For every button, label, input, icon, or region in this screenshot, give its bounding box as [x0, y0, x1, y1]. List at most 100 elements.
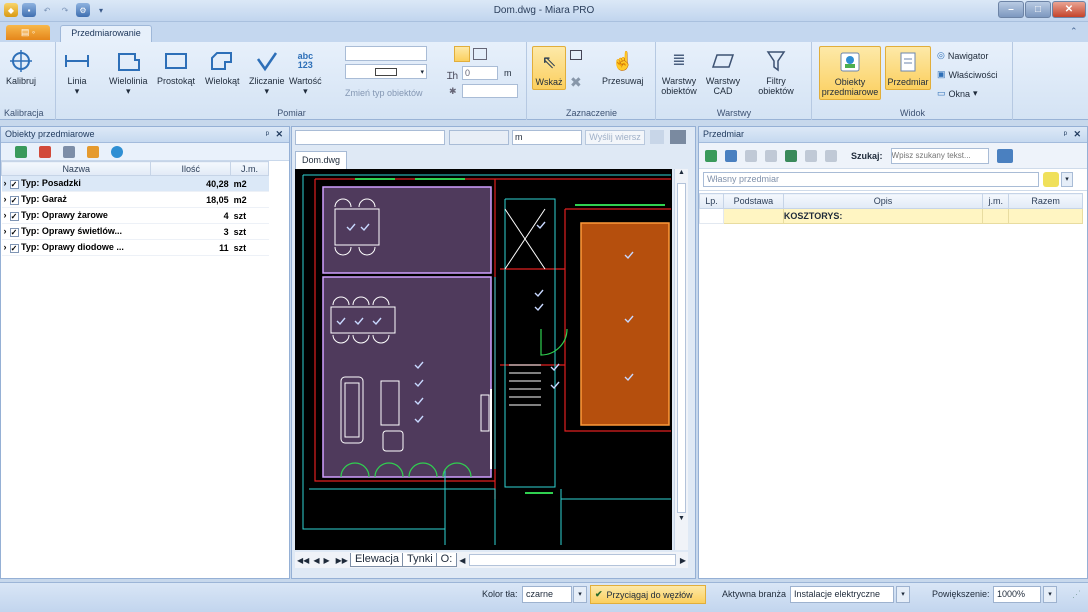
expand-icon[interactable]: ›	[2, 178, 10, 188]
hscroll-right-icon[interactable]: ▶	[678, 556, 688, 565]
next-sheet-icon[interactable]: ▶	[321, 556, 331, 565]
warstwy-obiektow-button[interactable]: ≣ Warstwy obiektów	[659, 48, 699, 97]
doc-tab-dom[interactable]: Dom.dwg	[295, 151, 347, 169]
redo-row-icon[interactable]	[825, 149, 837, 162]
sheet-tab-elewacja[interactable]: Elewacja	[349, 553, 404, 567]
prostokat-button[interactable]: Prostokąt	[157, 48, 195, 86]
value-input[interactable]	[449, 130, 509, 145]
row-checkbox[interactable]: ✓	[9, 179, 19, 189]
expand-icon[interactable]: ›	[2, 210, 10, 220]
copy-object-icon[interactable]	[63, 145, 75, 158]
zmien-typ-button[interactable]: Zmień typ obiektów	[345, 88, 423, 98]
select-rect-icon[interactable]	[570, 50, 582, 60]
add-object-icon[interactable]	[15, 145, 27, 158]
chevron-down-icon[interactable]: ▾	[573, 586, 587, 603]
zliczanie-button[interactable]: Zliczanie ▾	[249, 48, 285, 96]
col-podstawa[interactable]: Podstawa	[722, 193, 784, 209]
wielokat-button[interactable]: Wielokąt	[205, 48, 240, 86]
close-button[interactable]: ✕	[1052, 1, 1086, 18]
close-panel-icon[interactable]: ✕	[1073, 127, 1081, 142]
scroll-up-icon[interactable]: ▲	[675, 169, 688, 181]
insert-icon[interactable]	[725, 149, 737, 162]
first-sheet-icon[interactable]: ◀◀	[295, 556, 311, 565]
chevron-down-icon[interactable]: ▾	[1043, 586, 1057, 603]
pin-icon[interactable]: ᵖ	[266, 127, 269, 142]
row-checkbox[interactable]: ✓	[9, 211, 19, 221]
col-lp[interactable]: Lp.	[699, 193, 724, 209]
nawigator-button[interactable]: ◎ Nawigator	[937, 50, 988, 61]
row-checkbox[interactable]: ✓	[9, 195, 19, 205]
search-input[interactable]	[890, 147, 989, 164]
last-sheet-icon[interactable]: ▶▶	[332, 556, 352, 565]
chart-icon[interactable]	[785, 149, 797, 162]
table-row[interactable]: › ✓ Typ: Posadzki 40,28 m2	[1, 175, 269, 192]
cad-canvas[interactable]	[295, 169, 672, 550]
hscroll-left-icon[interactable]: ◀	[457, 556, 467, 565]
expand-icon[interactable]: ›	[2, 194, 10, 204]
scroll-down-icon[interactable]: ▼	[675, 515, 688, 527]
przesuwaj-button[interactable]: ☝ Przesuwaj	[602, 48, 644, 86]
linia-button[interactable]: Linia ▾	[63, 48, 91, 96]
minimize-button[interactable]: –	[998, 1, 1024, 18]
chevron-down-icon[interactable]: ▾	[1061, 172, 1073, 187]
type-combo[interactable]: ▾	[345, 64, 427, 79]
col-ilosc[interactable]: Ilość	[150, 161, 232, 176]
layer-toggle-icon[interactable]	[454, 46, 470, 62]
tab-przedmiarowanie[interactable]: Przedmiarowanie	[60, 25, 152, 42]
scroll-thumb[interactable]	[677, 183, 686, 513]
wskaz-button[interactable]: ⇖ Wskaż	[532, 46, 566, 90]
wartosc-button[interactable]: abc 123 Wartość ▾	[289, 48, 322, 97]
table-row[interactable]: KOSZTORYS:	[699, 208, 1083, 224]
smiley-icon[interactable]	[1043, 172, 1059, 187]
filtry-button[interactable]: Filtry obiektów	[751, 48, 801, 96]
undo-row-icon[interactable]	[805, 149, 817, 162]
kolor-select[interactable]: czarne	[522, 586, 572, 603]
kalibruj-button[interactable]: Kalibruj	[6, 48, 36, 86]
application-menu-button[interactable]: ▤ ◦	[6, 25, 50, 40]
search-icon[interactable]	[996, 148, 1013, 163]
height-input[interactable]: 0	[462, 66, 498, 80]
col-jm[interactable]: J.m.	[230, 161, 269, 176]
przedmiar-button[interactable]: Przedmiar	[885, 46, 931, 90]
add-row-icon[interactable]	[705, 149, 717, 162]
table-row[interactable]: › ✓ Typ: Oprawy diodowe ... 11 szt	[1, 239, 269, 256]
unit-input[interactable]: m	[512, 130, 582, 145]
obiekty-przedmiarowe-button[interactable]: Obiekty przedmiarowe	[819, 46, 881, 100]
options-icon[interactable]	[111, 145, 123, 158]
expand-icon[interactable]: ›	[2, 226, 10, 236]
pin-icon[interactable]: ᵖ	[1064, 127, 1067, 142]
color-object-icon[interactable]	[87, 145, 99, 158]
edit-icon[interactable]	[745, 149, 757, 162]
table-row[interactable]: › ✓ Typ: Garaż 18,05 m2	[1, 191, 269, 208]
col-razem[interactable]: Razem	[1008, 193, 1083, 209]
send-line-button[interactable]: Wyślij wiersz	[585, 130, 645, 145]
col-jm[interactable]: j.m.	[982, 193, 1010, 209]
maximize-button[interactable]: □	[1025, 1, 1051, 18]
przyciagaj-toggle[interactable]: ✔ Przyciągaj do węzłów	[590, 585, 706, 604]
prev-sheet-icon[interactable]: ◀	[311, 556, 321, 565]
row-checkbox[interactable]: ✓	[9, 243, 19, 253]
branza-select[interactable]: Instalacje elektryczne	[790, 586, 894, 603]
table-icon[interactable]	[473, 48, 487, 60]
sheet-tab-tynki[interactable]: Tynki	[401, 553, 438, 567]
table-row[interactable]: › ✓ Typ: Oprawy świetlów... 3 szt	[1, 223, 269, 240]
ribbon-minimize-icon[interactable]: ⌃	[1070, 26, 1078, 37]
table-row[interactable]: › ✓ Typ: Oprawy żarowe 4 szt	[1, 207, 269, 224]
delete-object-icon[interactable]	[39, 145, 51, 158]
delete-icon[interactable]: ✖	[570, 74, 582, 91]
chevron-down-icon[interactable]: ▾	[896, 586, 910, 603]
horizontal-scrollbar[interactable]	[469, 554, 676, 566]
wlasciwosci-button[interactable]: ▣ Właściwości	[937, 69, 998, 80]
col-opis[interactable]: Opis	[782, 193, 984, 209]
przedmiar-select[interactable]: Własny przedmiar	[703, 172, 1039, 187]
sheet-tab-o[interactable]: O:	[435, 553, 458, 567]
close-panel-icon[interactable]: ✕	[275, 127, 283, 142]
wielolinia-button[interactable]: Wielolinia ▾	[109, 48, 148, 96]
extra-input[interactable]	[462, 84, 518, 98]
camera-icon[interactable]	[670, 130, 686, 144]
row-checkbox[interactable]: ✓	[9, 227, 19, 237]
sum-icon[interactable]	[765, 149, 777, 162]
sigma-icon[interactable]	[650, 130, 664, 144]
expand-icon[interactable]: ›	[2, 242, 10, 252]
okna-button[interactable]: ▭ Okna ▾	[937, 88, 978, 99]
